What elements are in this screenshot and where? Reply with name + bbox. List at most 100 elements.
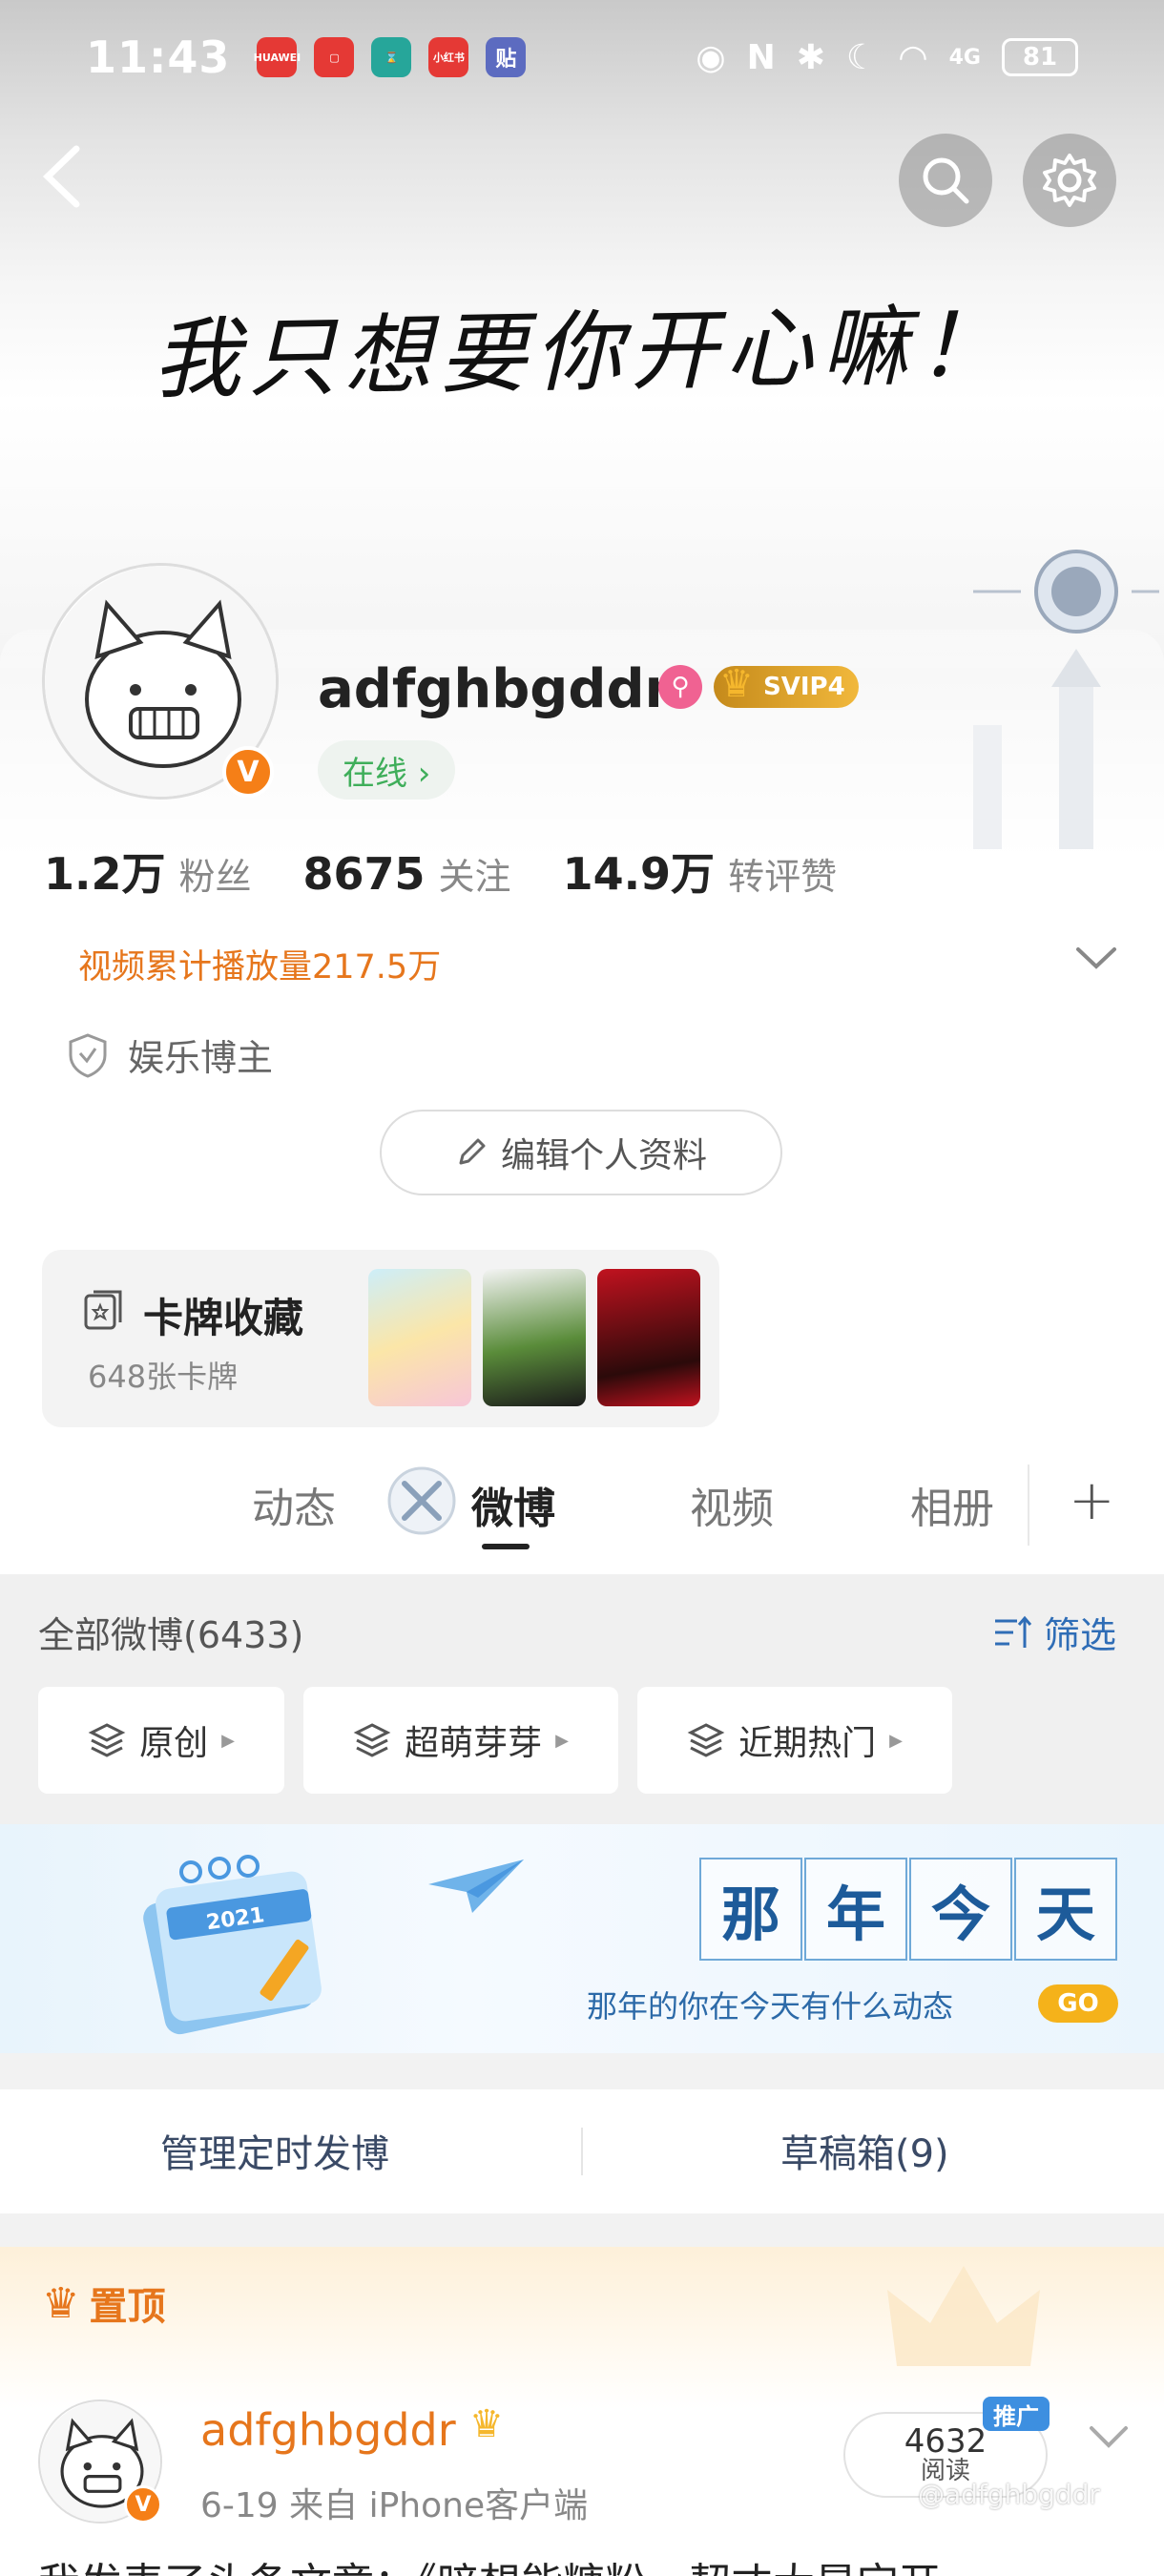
card-thumbnail[interactable] [368,1269,471,1406]
status-bar: 11:43 HUAWEI ▢ ⌛ 小红书 贴 ◉ N ✱ ☾ ◠ 4G 81 [0,0,1164,114]
stat-label: 粉丝 [178,856,252,898]
tyt-char: 那 [699,1858,802,1961]
stat-value: 1.2万 [44,848,166,900]
status-app-icons: HUAWEI ▢ ⌛ 小红书 贴 [254,37,527,77]
add-tab-button[interactable]: + [1069,1467,1115,1532]
wifi-icon: ◠ [898,37,928,77]
profile-username: adfghbgddr [318,658,672,720]
stat-value: 8675 [302,848,426,900]
post-verified-badge: V [124,2485,162,2524]
app-icon: ▢ [314,37,355,77]
calendar-illustration: 2021 [143,1855,322,2035]
caret-right-icon: ▶ [889,1730,903,1751]
tab-dynamics[interactable]: 动态 [252,1474,336,1535]
stat-value: 14.9万 [562,848,716,900]
card-thumbnail[interactable] [597,1269,700,1406]
filter-sort-icon [995,1615,1032,1648]
lighthouse-decoration [973,550,1159,849]
signal-icon: 4G [948,45,981,70]
post-meta: 6-19 来自 iPhone客户端 [200,2486,589,2525]
layers-icon [687,1723,725,1757]
crown-icon: ♛ [42,2278,80,2328]
tab-divider [1028,1465,1029,1546]
post-text[interactable]: 我发表了头条文章：《暗想能糖粉，契丈大是宝开 [38,2549,941,2576]
stat-label: 关注 [438,856,511,898]
stat-following[interactable]: 8675 关注 [303,847,511,900]
pinned-label: ♛ 置顶 [42,2275,165,2331]
tab-album[interactable]: 相册 [910,1474,994,1535]
chevron-down-icon[interactable] [1072,940,1120,978]
chip-label: 近期热门 [738,1724,877,1763]
svip-label: SVIP4 [763,673,845,701]
post-username[interactable]: adfghbgddr [200,2404,456,2456]
caret-right-icon: ▶ [555,1730,569,1751]
edit-profile-button[interactable]: 编辑个人资料 [380,1110,782,1195]
drafts-button[interactable]: 草稿箱(9) [780,2123,949,2178]
chip-label: 原创 [139,1724,209,1763]
category-label: 娱乐博主 [128,1037,274,1079]
crown-icon: ♛ [469,2402,504,2446]
weibo-watermark: @adfghbgddr [918,2479,1100,2510]
tyt-char: 今 [909,1858,1012,1961]
chip-label: 超萌芽芽 [405,1724,543,1763]
weibo-tab-avatar-icon [387,1466,456,1535]
tyt-go-button[interactable]: GO [1038,1984,1118,2023]
battery-icon: 81 [1002,38,1078,76]
status-time: 11:43 [86,31,231,83]
pencil-icon [459,1138,486,1165]
pinned-text: 置顶 [89,2285,166,2329]
cover-calligraphy-text: 我只想要你开心嘛！ [152,294,1012,411]
card-collection-count: 648张卡牌 [88,1359,239,1395]
bluetooth-icon: ✱ [796,37,825,77]
category-row: 娱乐博主 [67,1028,273,1081]
paper-plane-icon [428,1859,524,1913]
tyt-char: 天 [1014,1858,1117,1961]
tieba-app-icon: 贴 [486,37,527,77]
tyt-subtitle: 那年的你在今天有什么动态 [587,1988,954,2025]
shield-check-icon [69,1032,107,1078]
caret-right-icon: ▶ [221,1730,235,1751]
all-weibo-count: 全部微博(6433) [38,1614,304,1656]
chevron-left-icon [42,145,80,208]
chip-recent-hot[interactable]: 近期热门 ▶ [637,1687,952,1794]
card-collection-title: 卡牌收藏 [143,1295,304,1341]
layers-icon [353,1723,391,1757]
svip-badge[interactable]: ♛ SVIP4 [714,662,859,708]
profile-stats: 1.2万 粉丝 8675 关注 14.9万 转评赞 [44,840,888,903]
verified-badge: V [222,746,274,798]
search-button[interactable] [899,134,992,227]
tab-video[interactable]: 视频 [690,1474,774,1535]
tyt-char: 年 [804,1858,907,1961]
back-button[interactable] [38,143,95,219]
chip-original[interactable]: 原创 ▶ [38,1687,284,1794]
promote-tag[interactable]: 推广 [983,2397,1050,2431]
moon-icon: ☾ [845,37,878,77]
stat-followers[interactable]: 1.2万 粉丝 [44,840,252,903]
tab-weibo[interactable]: 微博 [471,1474,555,1535]
status-indicators: ◉ N ✱ ☾ ◠ 4G 81 [696,38,1078,77]
search-badge-icon[interactable]: ⚲ [658,665,702,709]
online-status[interactable]: 在线 › [318,740,456,800]
stat-label: 转评赞 [728,856,838,898]
chip-topic[interactable]: 超萌芽芽 ▶ [303,1687,618,1794]
xiaohongshu-app-icon: 小红书 [428,37,469,77]
search-icon [923,157,969,204]
eye-icon: ◉ [696,37,726,77]
card-thumbnail[interactable] [483,1269,586,1406]
crown-watermark-icon [887,2266,1040,2366]
active-tab-indicator [482,1544,530,1549]
filter-label: 筛选 [1044,1614,1117,1656]
settings-button[interactable] [1023,134,1116,227]
card-collection-icon [84,1290,122,1330]
gear-icon [1043,154,1096,207]
layers-icon [88,1723,126,1757]
huawei-app-icon: HUAWEI [254,37,301,77]
filter-button[interactable]: 筛选 [992,1606,1116,1658]
chevron-down-icon[interactable] [1086,2419,1132,2457]
video-plays-text: 视频累计播放量217.5万 [78,948,442,987]
scheduled-posts-button[interactable]: 管理定时发博 [160,2123,389,2178]
nfc-icon: N [746,37,776,77]
edit-profile-label: 编辑个人资料 [500,1136,707,1175]
hourglass-app-icon: ⌛ [371,37,412,77]
stat-likes[interactable]: 14.9万 转评赞 [563,840,838,903]
